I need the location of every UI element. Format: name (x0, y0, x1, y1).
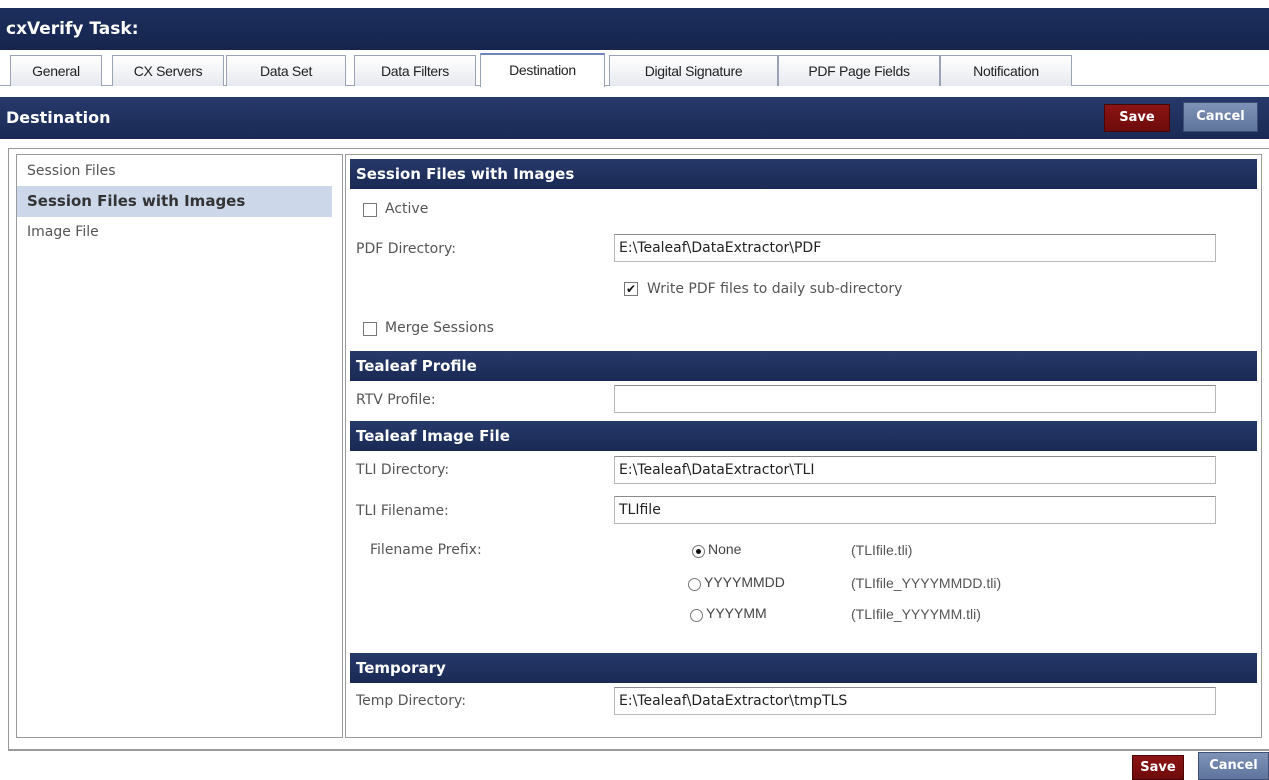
section-header: Destination (0, 97, 1269, 139)
prefix-yyyymm-example: (TLIfile_YYYYMM.tli) (851, 606, 981, 622)
temp-directory-label: Temp Directory: (356, 693, 466, 709)
prefix-none-radio[interactable] (692, 545, 705, 558)
pdf-directory-label: PDF Directory: (356, 241, 456, 257)
tab-cx-servers[interactable]: CX Servers (112, 55, 224, 86)
prefix-yyyymmdd-radio[interactable] (688, 578, 701, 591)
tab-data-filters[interactable]: Data Filters (354, 55, 476, 86)
footer-save-button[interactable]: Save (1132, 755, 1184, 780)
section-header-tealeaf-image-file: Tealeaf Image File (350, 421, 1257, 451)
frame-bottom-divider (8, 749, 1269, 750)
footer-cancel-button[interactable]: Cancel (1198, 752, 1269, 780)
tli-directory-label: TLI Directory: (356, 462, 450, 478)
tab-pdf-page-fields[interactable]: PDF Page Fields (778, 55, 940, 86)
tab-general[interactable]: General (10, 55, 102, 86)
cancel-button[interactable]: Cancel (1183, 102, 1258, 132)
tab-data-set[interactable]: Data Set (226, 55, 346, 86)
prefix-yyyymmdd-label: YYYYMMDD (704, 574, 785, 590)
section-header-temporary: Temporary (350, 653, 1257, 683)
active-checkbox[interactable] (363, 203, 377, 217)
merge-sessions-label: Merge Sessions (385, 320, 494, 336)
temp-directory-input[interactable]: E:\Tealeaf\DataExtractor\tmpTLS (614, 687, 1216, 715)
sidebar-item-session-files[interactable]: Session Files (17, 156, 332, 187)
tab-destination[interactable]: Destination (480, 53, 605, 87)
pdf-directory-input[interactable]: E:\Tealeaf\DataExtractor\PDF (614, 234, 1216, 262)
sidebar-item-session-files-with-images[interactable]: Session Files with Images (17, 186, 332, 217)
radio-selected-dot (696, 549, 701, 554)
tli-filename-label: TLI Filename: (356, 503, 449, 519)
daily-subdirectory-checkbox[interactable]: ✔ (624, 282, 638, 296)
section-title: Destination (6, 108, 111, 127)
tab-digital-signature[interactable]: Digital Signature (609, 55, 778, 86)
tab-notification[interactable]: Notification (940, 55, 1072, 86)
active-label: Active (385, 201, 429, 217)
prefix-none-label: None (708, 541, 742, 557)
section-header-session-images: Session Files with Images (350, 159, 1257, 189)
window-title: cxVerify Task: (0, 8, 1269, 50)
tli-directory-input[interactable]: E:\Tealeaf\DataExtractor\TLI (614, 456, 1216, 484)
tli-filename-input[interactable]: TLIfile (614, 496, 1216, 524)
prefix-none-example: (TLIfile.tli) (851, 542, 913, 558)
rtv-profile-label: RTV Profile: (356, 392, 436, 408)
filename-prefix-label: Filename Prefix: (370, 542, 482, 558)
daily-subdirectory-label: Write PDF files to daily sub-directory (647, 281, 903, 297)
save-button[interactable]: Save (1104, 104, 1170, 132)
prefix-yyyymm-label: YYYYMM (706, 605, 767, 621)
sidebar-item-image-file[interactable]: Image File (17, 217, 332, 248)
prefix-yyyymm-radio[interactable] (690, 609, 703, 622)
sidebar: Session Files Session Files with Images … (16, 154, 343, 738)
prefix-yyyymmdd-example: (TLIfile_YYYYMMDD.tli) (851, 575, 1002, 591)
rtv-profile-input[interactable] (614, 385, 1216, 413)
section-header-tealeaf-profile: Tealeaf Profile (350, 351, 1257, 381)
check-icon: ✔ (625, 282, 637, 296)
tab-strip: General CX Servers Data Set Data Filters… (0, 50, 1269, 87)
merge-sessions-checkbox[interactable] (363, 322, 377, 336)
